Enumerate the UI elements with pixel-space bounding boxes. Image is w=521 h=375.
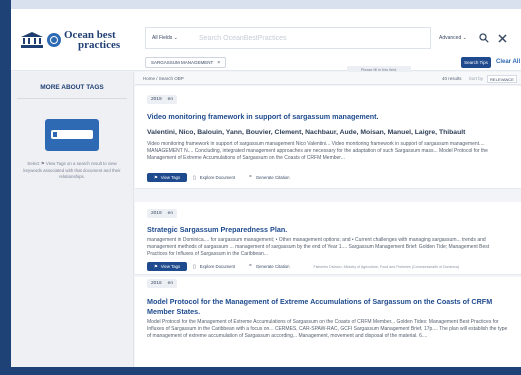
explore-document-label: Explore Document (199, 264, 236, 269)
result-snippet: management in Dominica.... for sargassum… (147, 237, 490, 257)
generate-citation-label: Generate Citation (255, 175, 290, 180)
chip-remove-icon[interactable]: × (217, 60, 220, 66)
result-snippet: Video monitoring framework in support of… (147, 141, 488, 161)
result-title[interactable]: Video monitoring framework in support of… (147, 112, 511, 122)
explore-document-link[interactable]: ▯ Explore Document (193, 175, 235, 181)
explore-document-label: Explore Document (199, 175, 236, 180)
year-badge: 2019 en (147, 95, 178, 104)
year-text: 2019 (151, 211, 162, 216)
year-badge: 2016 en (147, 279, 178, 288)
search-tips-button[interactable]: Search Tips (461, 57, 491, 68)
search-input[interactable]: Search OceanBestPractices (191, 27, 431, 49)
results-count-text: 40 results (441, 76, 462, 81)
window-frame-bottom (0, 367, 521, 375)
result-snippet: Model Protocol for the Management of Ext… (147, 319, 508, 339)
document-icon: ▯ (193, 174, 196, 181)
sidebar-title: MORE ABOUT TAGS (40, 84, 104, 91)
breadcrumb[interactable]: Home / Search OBP (143, 76, 184, 81)
generate-citation-link[interactable]: ❞ Generate Citation (249, 175, 289, 181)
active-filter-chip[interactable]: SARGASSUM MANAGEMENT × (145, 57, 227, 68)
view-tags-button[interactable]: ⚑ View Tags (147, 262, 187, 271)
page: Ocean best practices All Fields ⌄ Search… (11, 0, 521, 367)
advanced-dropdown[interactable]: Advanced ⌄ (439, 35, 473, 41)
top-strip (11, 0, 521, 9)
results-toolbar: Home / Search OBP 40 results Sort by REL… (135, 72, 521, 85)
result-title[interactable]: Strategic Sargassum Preparedness Plan. (147, 225, 511, 235)
sidebar-description: Select ⚑ View Tags on a search result to… (23, 161, 121, 179)
logo-text-line2: practices (78, 39, 121, 51)
generate-citation-label: Generate Citation (255, 264, 290, 269)
tag-illustration-icon (45, 119, 99, 151)
sort-select[interactable]: RELEVANCE (487, 75, 517, 83)
field-select[interactable]: All Fields ⌄ (145, 27, 191, 49)
result-authors: Valentini, Nico, Balouin, Yann, Bouvier,… (147, 129, 466, 136)
quote-icon: ❞ (249, 174, 252, 181)
generate-citation-link[interactable]: ❞ Generate Citation (249, 264, 289, 270)
view-tags-button[interactable]: ⚑ View Tags (147, 173, 187, 182)
sort-prefix: Sort by (468, 76, 483, 81)
close-icon[interactable] (495, 31, 509, 45)
chip-label: SARGASSUM MANAGEMENT (151, 60, 214, 65)
results-count: 40 results Sort by (442, 76, 483, 81)
filter-chip-row: SARGASSUM MANAGEMENT × Please fill in th… (145, 54, 521, 74)
quote-icon: ❞ (249, 263, 252, 270)
language-text: en (167, 211, 174, 216)
result-card: 2019 en Strategic Sargassum Preparedness … (135, 202, 521, 275)
view-tags-label: View Tags (160, 264, 181, 269)
result-card: 2019 en Video monitoring framework in sup… (135, 86, 521, 189)
result-actions: ⚑ View Tags ▯ Explore Document ❞ Generate C… (147, 262, 459, 271)
clear-all-link[interactable]: Clear All (496, 57, 520, 68)
sidebar: MORE ABOUT TAGS Select ⚑ View Tags on a … (11, 72, 134, 367)
result-title[interactable]: Model Protocol for the Management of Ext… (147, 297, 511, 316)
window-frame-left (0, 0, 11, 375)
year-badge: 2019 en (147, 209, 178, 218)
contributor-text: Fisheries Division, Ministry of Agricult… (313, 264, 460, 269)
search-bar: All Fields ⌄ Search OceanBestPractices A… (145, 27, 521, 49)
language-text: en (167, 281, 174, 286)
site-logo[interactable]: Ocean best practices (21, 26, 120, 54)
sidebar-divider (17, 98, 127, 99)
results-panel: Home / Search OBP 40 results Sort by REL… (135, 72, 521, 367)
result-actions: ⚑ View Tags ▯ Explore Document ❞ Generate C… (147, 173, 304, 182)
header: Ocean best practices All Fields ⌄ Search… (11, 9, 521, 74)
tag-icon: ⚑ (153, 174, 158, 180)
language-text: en (167, 97, 174, 102)
tag-icon: ⚑ (153, 263, 158, 269)
year-text: 2019 (151, 97, 162, 102)
result-card: 2016 en Model Protocol for the Management… (135, 277, 521, 367)
explore-document-link[interactable]: ▯ Explore Document (193, 264, 235, 270)
document-icon: ▯ (193, 263, 196, 270)
logo-text: Ocean best practices (64, 30, 121, 51)
unesco-temple-icon (21, 32, 43, 48)
search-icon[interactable] (477, 31, 491, 45)
globe-icon (47, 33, 61, 47)
year-text: 2016 (151, 281, 162, 286)
view-tags-label: View Tags (160, 175, 181, 180)
